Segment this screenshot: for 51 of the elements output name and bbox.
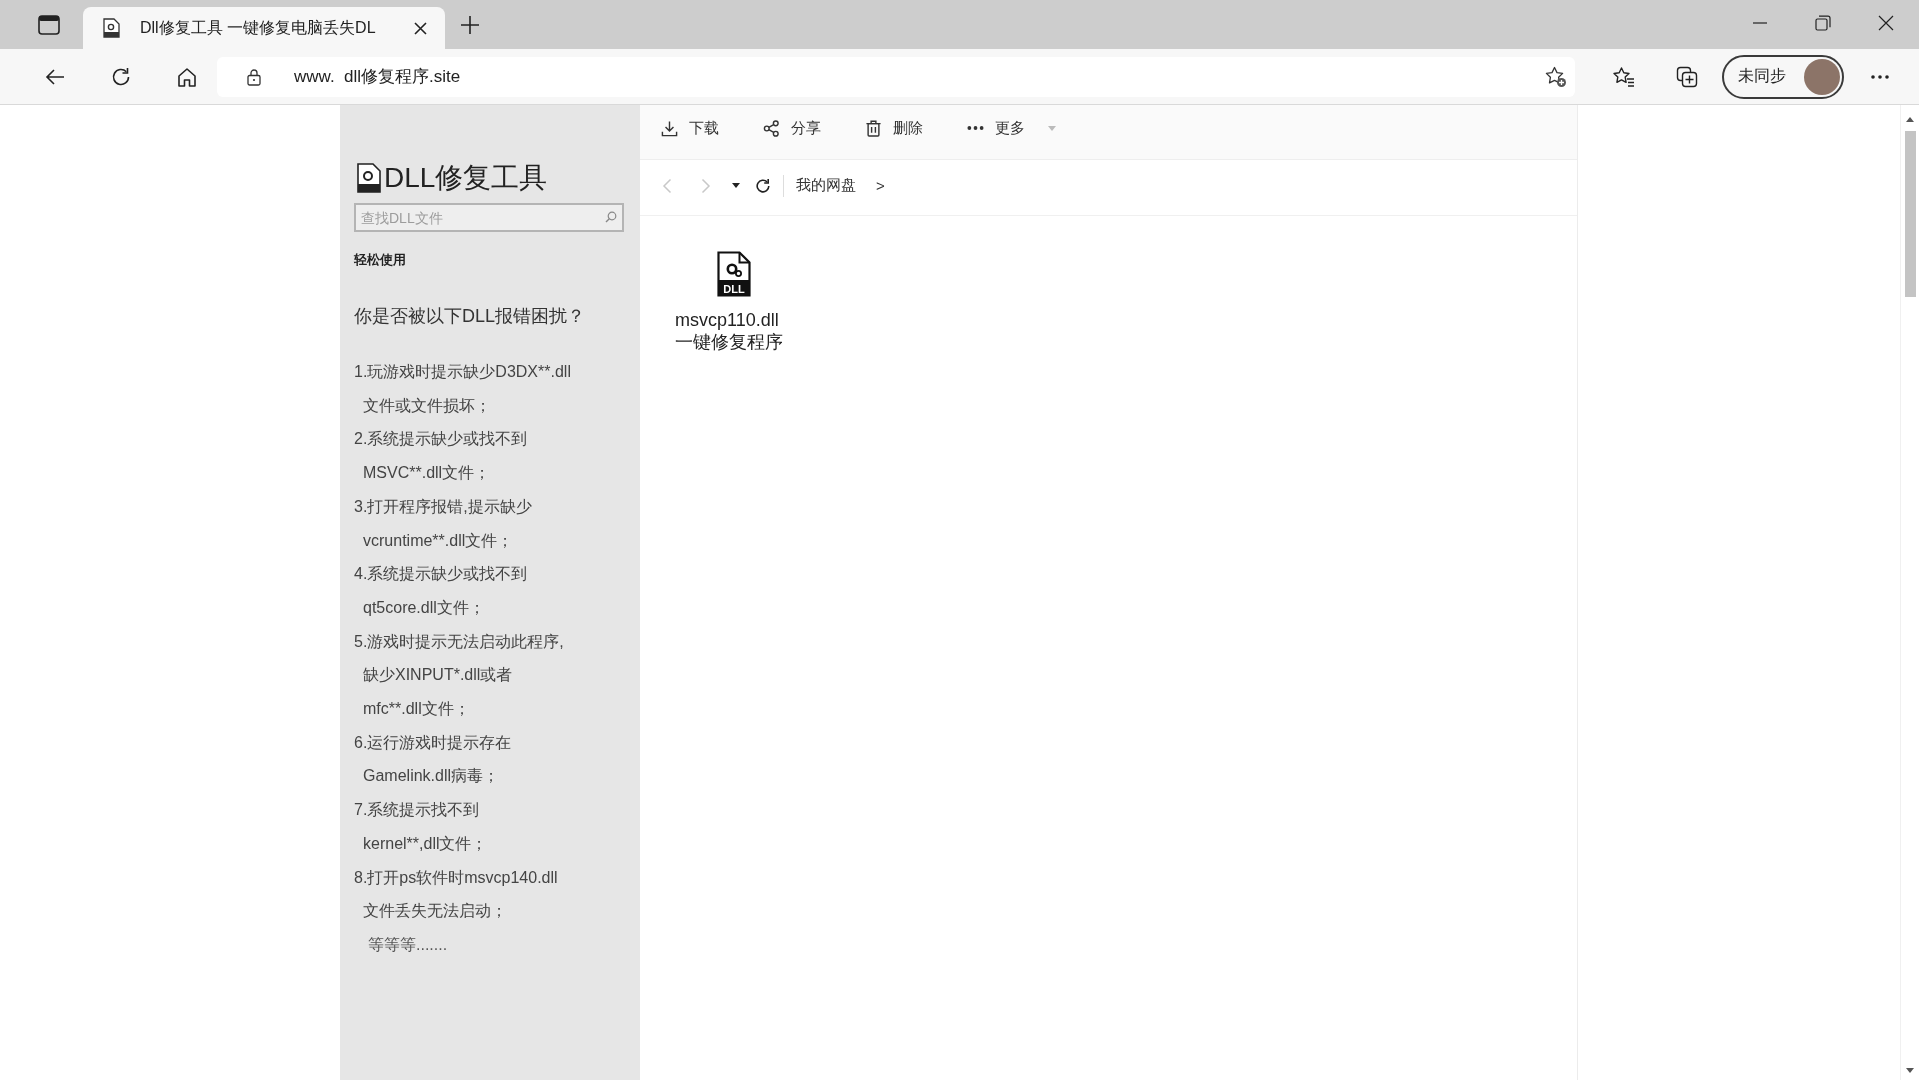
close-icon[interactable] <box>1878 14 1894 31</box>
issue-item: 4.系统提示缺少或找不到 qt5core.dll文件； <box>354 564 529 618</box>
file-icon <box>103 18 120 38</box>
section-label: 轻松使用 <box>354 251 407 269</box>
close-icon[interactable] <box>414 21 427 35</box>
avatar-placeholder <box>1804 58 1840 95</box>
collections-icon[interactable] <box>1676 65 1698 88</box>
search-field[interactable]: 查找DLL文件 <box>354 203 624 232</box>
share-icon <box>763 119 780 137</box>
download-icon <box>661 119 678 137</box>
refresh-icon[interactable] <box>110 65 132 88</box>
caret-icon[interactable] <box>732 183 740 188</box>
issue-item: 7.系统提示找不到 kernel**,dll文件； <box>354 800 489 854</box>
more-button[interactable]: 更多 <box>967 118 1056 138</box>
issue-item: 1.玩游戏时提示缺少D3DX**.dll 文件或文件损坏； <box>354 362 572 416</box>
delete-button[interactable]: 删除 <box>865 118 923 138</box>
breadcrumb-separator: > <box>876 177 885 194</box>
search-icon[interactable] <box>605 211 617 223</box>
new-tab-icon[interactable] <box>460 14 480 35</box>
issue-item: 8.打开ps软件时msvcp140.dll 文件丢失无法启动； <box>354 867 559 922</box>
file-icon <box>357 163 381 193</box>
home-icon[interactable] <box>176 65 198 88</box>
issue-item: 3.打开程序报错,提示缺少 vcruntime**.dll文件； <box>354 496 533 551</box>
trash-icon <box>865 119 882 137</box>
more-icon[interactable] <box>1870 73 1890 80</box>
question-heading: 你是否被以下DLL报错困扰？ <box>354 305 587 328</box>
file-name[interactable]: msvcp110.dll一键修复程序 <box>675 309 793 353</box>
issue-item: 5.游戏时提示无法启动此程序, 缺少XINPUT*.dll或者 mfc**.dll文件； <box>354 631 565 720</box>
download-button[interactable]: 下载 <box>661 118 719 138</box>
breadcrumb-link[interactable]: 我的网盘 <box>796 176 856 195</box>
address-bar[interactable]: www. dll修复程序.site <box>217 56 1575 97</box>
favorites-icon[interactable] <box>1613 65 1635 88</box>
scrollbar-thumb[interactable] <box>1904 131 1916 297</box>
etc-note: 等等等....... <box>367 934 449 955</box>
browser-tab[interactable]: Dll修复工具 一键修复电脑丢失DL <box>83 7 445 49</box>
site-title: DLL修复工具 <box>384 161 548 195</box>
caret-icon <box>1048 125 1056 131</box>
lock-icon[interactable] <box>247 67 261 86</box>
share-button[interactable]: 分享 <box>763 118 821 138</box>
tab-actions-icon[interactable] <box>38 14 60 35</box>
add-favorite-icon[interactable] <box>1545 65 1567 88</box>
scroll-up-icon[interactable] <box>1906 117 1914 122</box>
more-dots-icon <box>967 125 984 131</box>
issue-item: 2.系统提示缺少或找不到 MSVC**.dll文件； <box>354 429 529 484</box>
issue-item: 6.运行游戏时提示存在 Gamelink.dll病毒； <box>354 732 513 787</box>
scroll-down-icon[interactable] <box>1906 1068 1914 1073</box>
restore-icon[interactable] <box>1815 14 1831 31</box>
scrollbar-track[interactable] <box>1900 105 1919 1080</box>
dll-file-icon[interactable]: DLL <box>717 251 751 297</box>
refresh-icon[interactable] <box>755 177 771 194</box>
profile-button[interactable]: 未同步 <box>1722 54 1844 99</box>
